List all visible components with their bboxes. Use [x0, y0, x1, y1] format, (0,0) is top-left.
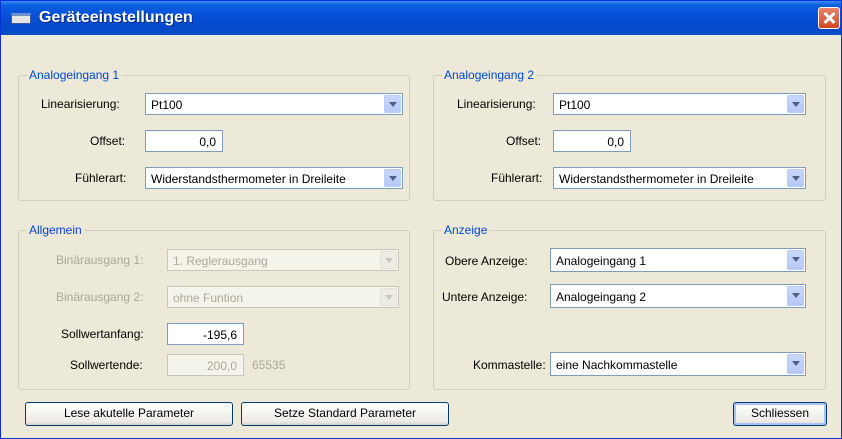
binaer2-select[interactable]: ohne Funtion	[167, 286, 399, 308]
chevron-down-icon[interactable]	[787, 250, 804, 270]
obere-anzeige-select[interactable]: Analogeingang 1	[550, 248, 806, 272]
chevron-down-icon[interactable]	[787, 169, 804, 187]
fuehlerart-select[interactable]: Widerstandsthermometer in Dreileite	[553, 167, 806, 189]
chevron-down-icon[interactable]	[380, 251, 397, 269]
binaer2-label: Binärausgang 2:	[56, 290, 144, 304]
fuehlerart-value: Widerstandsthermometer in Dreileite	[151, 172, 346, 186]
linearisierung-value: Pt100	[559, 98, 591, 112]
group-legend: Allgemein	[27, 223, 84, 237]
close-button[interactable]: Schliessen	[733, 402, 827, 426]
kommastelle-select[interactable]: eine Nachkommastelle	[550, 352, 806, 376]
chevron-down-icon[interactable]	[787, 354, 804, 374]
binaer1-label: Binärausgang 1:	[56, 253, 144, 267]
offset-field[interactable]: 0,0	[553, 130, 631, 152]
untere-anzeige-select[interactable]: Analogeingang 2	[550, 284, 806, 308]
untere-anzeige-label: Untere Anzeige:	[442, 290, 528, 304]
sollwertanfang-label: Sollwertanfang:	[61, 327, 144, 341]
obere-anzeige-label: Obere Anzeige:	[445, 254, 528, 268]
binaer1-select[interactable]: 1. Reglerausgang	[167, 249, 399, 271]
window-icon	[11, 13, 31, 24]
offset-label: Offset:	[90, 134, 126, 148]
fuehlerart-value: Widerstandsthermometer in Dreileite	[559, 172, 754, 186]
sollwertende-label: Sollwertende:	[70, 358, 143, 372]
offset-value: 0,0	[199, 135, 216, 149]
binaer2-value: ohne Funtion	[173, 291, 244, 305]
linearisierung-value: Pt100	[151, 98, 183, 112]
sollwertanfang-field[interactable]: -195,6	[167, 323, 244, 345]
linearisierung-select[interactable]: Pt100	[145, 93, 403, 115]
chevron-down-icon[interactable]	[787, 95, 804, 113]
untere-anzeige-value: Analogeingang 2	[556, 290, 647, 304]
close-icon[interactable]	[818, 7, 840, 29]
fuehlerart-label: Fühlerart:	[75, 171, 127, 185]
sollwertende-field[interactable]: 200,0	[167, 354, 244, 376]
offset-value: 0,0	[607, 135, 624, 149]
set-defaults-button[interactable]: Setze Standard Parameter	[241, 402, 449, 426]
group-legend: Analogeingang 2	[442, 68, 537, 82]
sollwertanfang-value: -195,6	[202, 328, 237, 342]
kommastelle-label: Kommastelle:	[473, 358, 546, 372]
binaer1-value: 1. Reglerausgang	[173, 254, 268, 268]
group-legend: Analogeingang 1	[27, 68, 122, 82]
linearisierung-label: Linearisierung:	[457, 97, 536, 111]
fuehlerart-select[interactable]: Widerstandsthermometer in Dreileite	[145, 167, 403, 189]
title-bar[interactable]: Geräteeinstellungen	[1, 1, 841, 35]
kommastelle-value: eine Nachkommastelle	[556, 358, 678, 372]
chevron-down-icon[interactable]	[384, 169, 401, 187]
sollwertende-extra: 65535	[252, 358, 286, 372]
obere-anzeige-value: Analogeingang 1	[556, 254, 647, 268]
linearisierung-select[interactable]: Pt100	[553, 93, 806, 115]
chevron-down-icon[interactable]	[384, 95, 401, 113]
chevron-down-icon[interactable]	[787, 286, 804, 306]
offset-field[interactable]: 0,0	[145, 130, 223, 152]
read-parameters-button[interactable]: Lese akutelle Parameter	[25, 402, 233, 426]
fuehlerart-label: Fühlerart:	[491, 171, 543, 185]
sollwertende-value: 200,0	[206, 359, 237, 373]
window-title: Geräteeinstellungen	[39, 9, 193, 26]
chevron-down-icon[interactable]	[380, 288, 397, 306]
group-legend: Anzeige	[442, 223, 490, 237]
offset-label: Offset:	[506, 134, 542, 148]
settings-window: Geräteeinstellungen Analogeingang 1 Line…	[0, 0, 842, 439]
linearisierung-label: Linearisierung:	[41, 97, 120, 111]
